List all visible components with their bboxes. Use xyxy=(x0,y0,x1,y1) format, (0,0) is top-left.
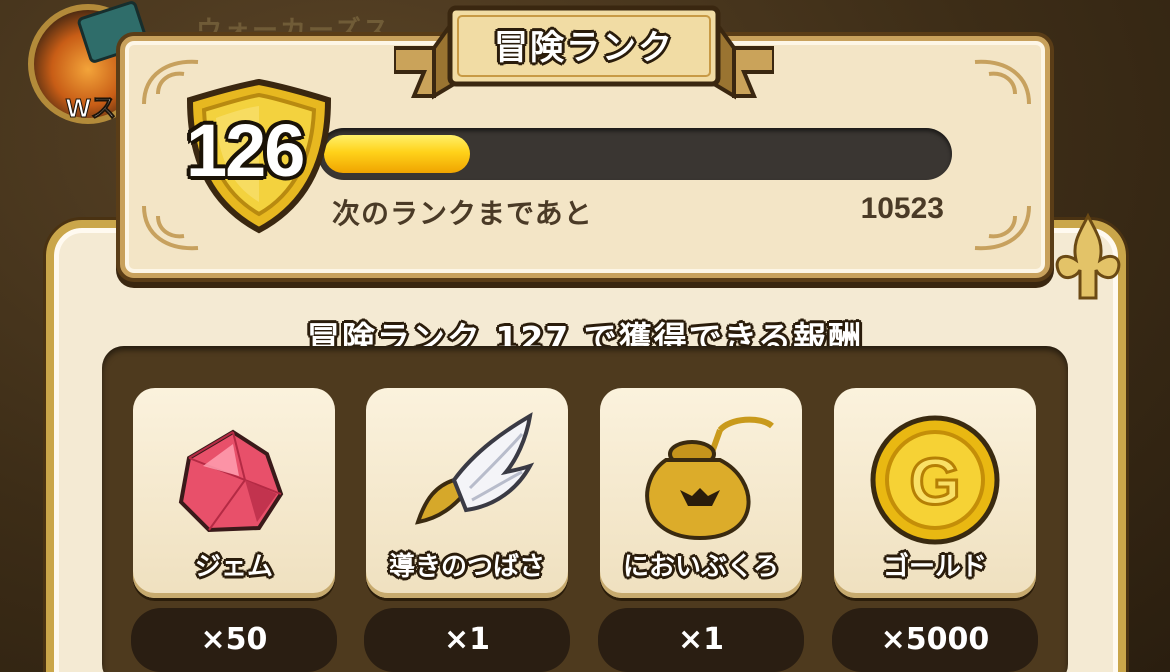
reward-quantity: ×50 xyxy=(131,608,337,672)
rank-number: 126 xyxy=(186,109,305,192)
reward-quantity: ×1 xyxy=(598,608,804,672)
gem-icon xyxy=(178,429,284,533)
reward-card-wing[interactable]: 導きのつばさ xyxy=(366,388,568,598)
reward-quantity: ×5000 xyxy=(832,608,1038,672)
reward-card-gold[interactable]: G ゴールド xyxy=(834,388,1036,598)
reward-name: 導きのつばさ xyxy=(388,552,545,582)
reward-name: においぶくろ xyxy=(622,552,779,582)
side-menu-label: Wス xyxy=(66,93,118,124)
reward-name: ジェム xyxy=(194,552,273,582)
rank-progress-bar xyxy=(318,128,952,180)
next-rank-value: 10523 xyxy=(860,192,944,225)
next-rank-label: 次のランクまであと xyxy=(332,197,593,230)
reward-quantity: ×1 xyxy=(364,608,570,672)
scent-bag-icon xyxy=(645,416,774,541)
fleur-ornament-icon xyxy=(1055,212,1121,300)
reward-name: ゴールド xyxy=(882,552,987,582)
rank-title: 冒険ランク xyxy=(494,28,674,68)
gold-coin-icon: G xyxy=(870,415,1000,545)
svg-text:G: G xyxy=(909,444,960,518)
reward-card-scent-bag[interactable]: においぶくろ xyxy=(600,388,802,598)
scroll-ornament-icon xyxy=(974,205,1031,251)
reward-card-gem[interactable]: ジェム xyxy=(133,388,335,598)
wing-icon xyxy=(415,412,535,525)
scroll-ornament-icon xyxy=(974,59,1031,105)
